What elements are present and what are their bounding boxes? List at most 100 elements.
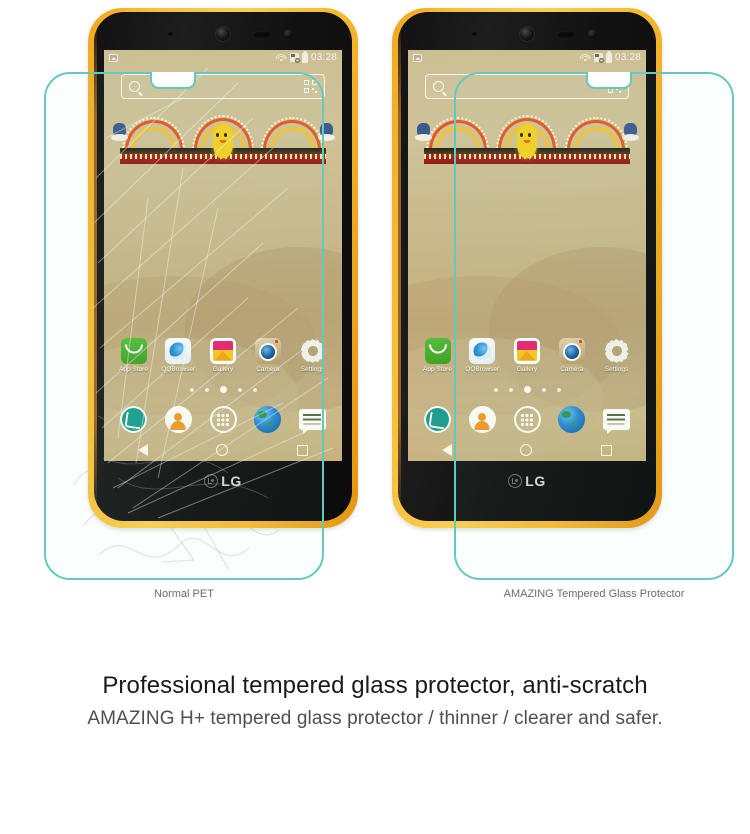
page-dot[interactable] xyxy=(252,387,257,392)
dock-browser[interactable] xyxy=(249,406,287,433)
qr-code-icon[interactable] xyxy=(304,80,318,93)
dock-phone-dialer[interactable] xyxy=(418,406,456,433)
status-left-icons xyxy=(413,53,422,62)
arch-lights-left xyxy=(122,117,185,150)
app-qq-browser[interactable]: QQBrowser xyxy=(463,338,501,373)
sim-card-icon xyxy=(593,53,604,63)
phone-body-right: 03:28 App Store QQBrowser Gallery Camera… xyxy=(398,12,656,521)
dock-row xyxy=(111,406,335,433)
back-icon[interactable] xyxy=(138,444,149,456)
page-dot[interactable] xyxy=(237,387,242,392)
search-widget[interactable] xyxy=(424,74,630,99)
app-label: QQBrowser xyxy=(161,366,196,373)
lg-logo: LG xyxy=(508,473,545,489)
front-camera-icon xyxy=(520,27,534,41)
app-store-icon xyxy=(424,338,451,364)
app-camera[interactable]: Camera xyxy=(249,338,287,373)
contacts-icon xyxy=(468,406,496,433)
page-indicator xyxy=(104,386,342,393)
status-clock: 03:28 xyxy=(614,52,641,63)
dock-row xyxy=(415,406,639,433)
app-camera[interactable]: Camera xyxy=(553,338,591,373)
messages-icon xyxy=(603,409,630,430)
promo-banner: 03:28 App Store QQBrowser Gallery Camera… xyxy=(0,0,750,834)
lg-mark-icon xyxy=(508,474,523,488)
bird-left-icon xyxy=(415,123,433,141)
app-settings[interactable]: Settings xyxy=(293,338,331,373)
messages-icon xyxy=(299,409,326,430)
app-label: Gallery xyxy=(212,366,234,373)
status-left-icons xyxy=(109,53,118,62)
app-label: Gallery xyxy=(516,366,538,373)
caption-left: Normal PET xyxy=(154,588,214,600)
gallery-notification-icon xyxy=(413,53,422,62)
phone-dialer-icon xyxy=(424,406,451,433)
app-gallery[interactable]: Gallery xyxy=(508,338,546,373)
proximity-sensor-icon xyxy=(168,31,173,36)
promo-headline: Professional tempered glass protector, a… xyxy=(102,672,648,699)
gallery-icon xyxy=(514,338,540,364)
status-clock: 03:28 xyxy=(310,52,337,63)
earpiece-speaker-icon xyxy=(558,31,574,37)
wallpaper-carnival-art xyxy=(111,112,335,164)
sim-card-icon xyxy=(289,53,300,63)
dock-app-drawer[interactable] xyxy=(508,406,546,433)
app-gallery[interactable]: Gallery xyxy=(204,338,242,373)
qq-browser-icon xyxy=(165,338,192,364)
promo-subline: AMAZING H+ tempered glass protector / th… xyxy=(87,708,663,729)
app-app-store[interactable]: App Store xyxy=(418,338,456,373)
app-store-icon xyxy=(120,338,147,364)
search-widget[interactable] xyxy=(120,74,326,99)
bird-left-icon xyxy=(111,123,129,141)
phone-top-bezel-right xyxy=(398,12,656,50)
phone-top-bezel-left xyxy=(94,12,352,50)
qr-code-icon[interactable] xyxy=(608,80,622,93)
status-right-icons: 03:28 xyxy=(275,52,337,63)
dock-contacts[interactable] xyxy=(463,406,501,433)
page-indicator xyxy=(408,386,646,393)
navigation-bar xyxy=(104,439,342,461)
dock-phone-dialer[interactable] xyxy=(114,406,152,433)
lg-logo: LG xyxy=(204,473,241,489)
home-icon[interactable] xyxy=(216,444,229,456)
page-dot-active[interactable] xyxy=(219,386,227,393)
dock-messages[interactable] xyxy=(597,409,635,430)
recents-icon[interactable] xyxy=(296,444,308,456)
home-icon[interactable] xyxy=(520,444,533,456)
light-sensor-icon xyxy=(284,30,292,38)
page-dot-active[interactable] xyxy=(523,386,531,393)
app-settings[interactable]: Settings xyxy=(597,338,635,373)
page-dot[interactable] xyxy=(541,387,546,392)
page-dot[interactable] xyxy=(508,387,513,392)
page-dot[interactable] xyxy=(189,387,194,392)
dock-app-drawer[interactable] xyxy=(204,406,242,433)
page-dot[interactable] xyxy=(556,387,561,392)
dock-contacts[interactable] xyxy=(159,406,197,433)
bird-right-icon xyxy=(317,123,335,141)
phone-bottom-bezel-left: LG xyxy=(94,461,352,521)
phone-body-left: 03:28 App Store QQBrowser Gallery Camera… xyxy=(94,12,352,521)
arch-lights-right xyxy=(565,117,628,150)
status-right-icons: 03:28 xyxy=(579,52,641,63)
navigation-bar xyxy=(408,439,646,461)
wallpaper-carnival-art xyxy=(415,112,639,164)
page-dot[interactable] xyxy=(493,387,498,392)
light-sensor-icon xyxy=(588,30,596,38)
app-label: Settings xyxy=(604,366,629,373)
recents-icon[interactable] xyxy=(600,444,612,456)
dock-messages[interactable] xyxy=(293,409,331,430)
page-dot[interactable] xyxy=(204,387,209,392)
app-label: App Store xyxy=(423,366,452,373)
dock-browser[interactable] xyxy=(553,406,591,433)
app-label: App Store xyxy=(119,366,148,373)
app-row: App Store QQBrowser Gallery Camera Setti… xyxy=(415,338,639,373)
status-bar: 03:28 xyxy=(104,50,342,65)
lg-mark-icon xyxy=(204,474,219,488)
back-icon[interactable] xyxy=(442,444,453,456)
lg-wordmark: LG xyxy=(525,473,546,489)
proximity-sensor-icon xyxy=(472,31,477,36)
app-qq-browser[interactable]: QQBrowser xyxy=(159,338,197,373)
app-label: Camera xyxy=(256,366,280,373)
app-app-store[interactable]: App Store xyxy=(114,338,152,373)
app-label: Camera xyxy=(560,366,584,373)
